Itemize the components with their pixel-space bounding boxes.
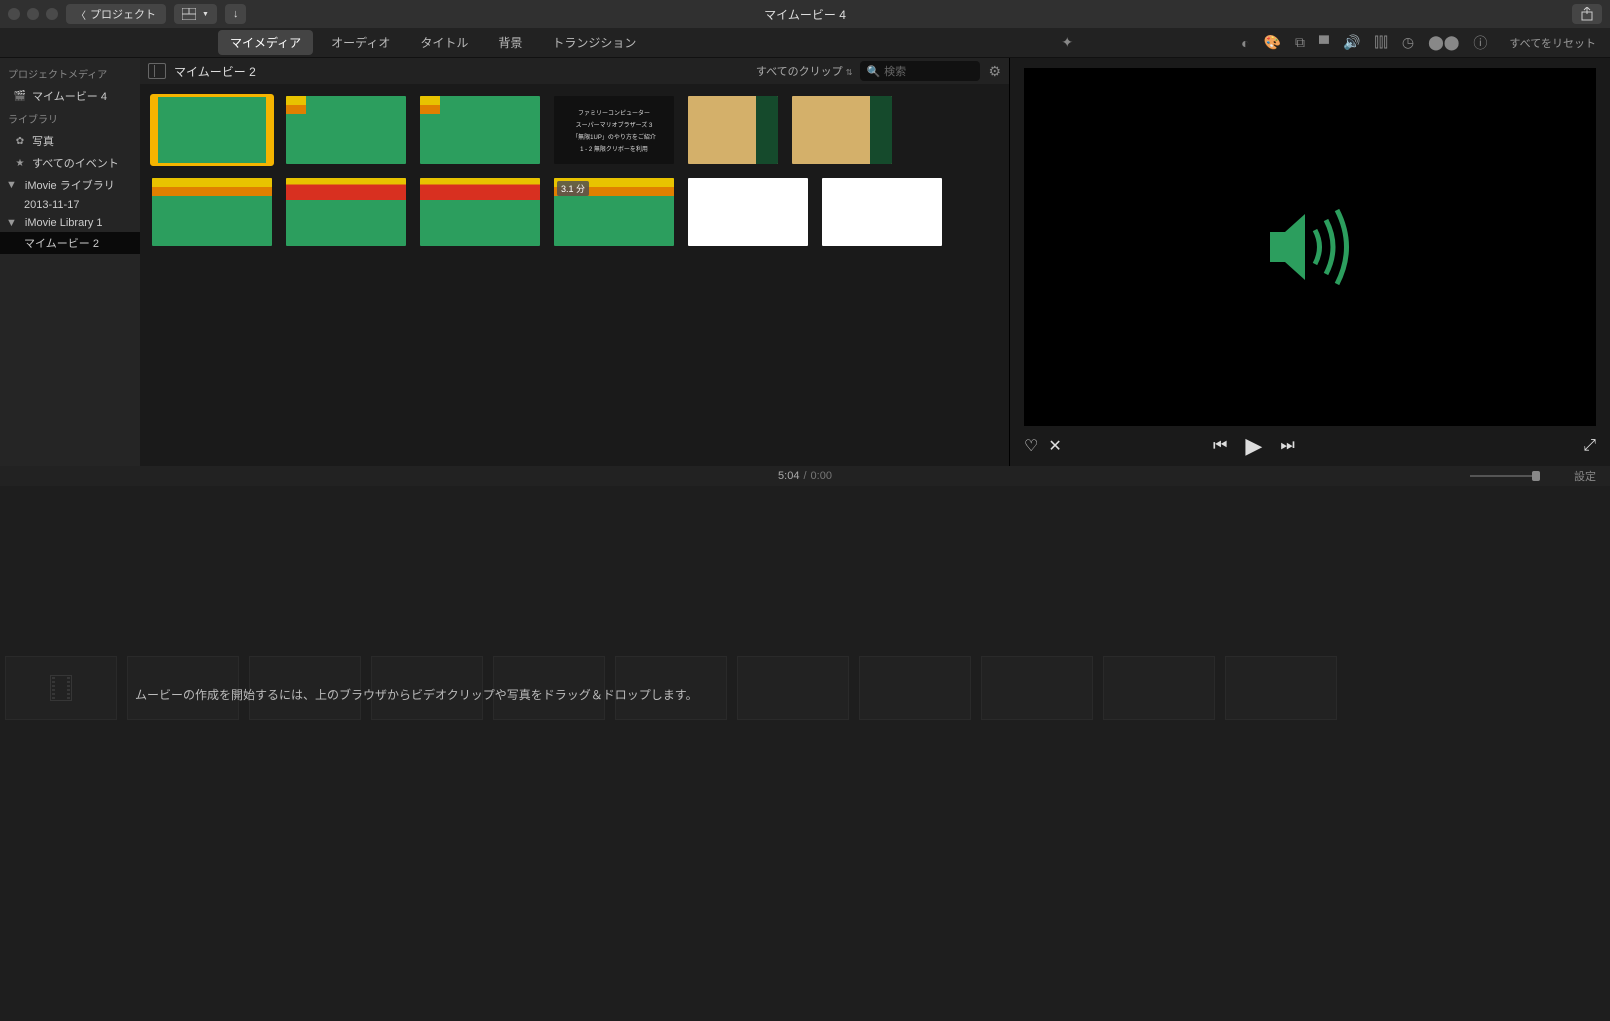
clip-thumbnail[interactable] <box>688 178 808 246</box>
tab-transitions[interactable]: トランジション <box>540 30 648 55</box>
reset-all-button[interactable]: すべてをリセット <box>1509 35 1596 51</box>
clip-thumbnail[interactable]: 3.1 分 <box>554 178 674 246</box>
disclosure-triangle-icon[interactable]: ▼ <box>6 179 17 191</box>
timeline-settings-button[interactable]: 設定 <box>1574 468 1596 484</box>
search-icon: 🔍 <box>866 65 880 78</box>
fullscreen-icon[interactable]: ⤢ <box>1583 437 1596 455</box>
clip-thumbnail[interactable] <box>152 178 272 246</box>
clip-thumbnail[interactable] <box>420 96 540 164</box>
star-icon: ★ <box>14 157 26 169</box>
reject-icon[interactable]: ✕ <box>1048 436 1061 456</box>
clip-thumbnail[interactable] <box>286 178 406 246</box>
clip-thumbnail[interactable]: ファミリーコンピューター スーパーマリオブラザーズ 3 「無限1UP」のやり方を… <box>554 96 674 164</box>
next-button[interactable]: ⏭ <box>1280 437 1294 455</box>
favorite-icon[interactable]: ♡ <box>1024 436 1038 456</box>
window-title: マイムービー 4 <box>764 6 846 23</box>
clip-grid: ファミリーコンピューター スーパーマリオブラザーズ 3 「無限1UP」のやり方を… <box>140 84 1009 258</box>
volume-icon[interactable]: 🔊 <box>1343 34 1360 51</box>
browser-bar: マイムービー 2 すべてのクリップ ⇅ 🔍検索 ⚙ <box>140 58 1009 84</box>
sidebar: プロジェクトメディア 🎬マイムービー 4 ライブラリ ✿写真 ★すべてのイベント… <box>0 58 140 466</box>
titlebar: 〈プロジェクト ▼ ↓ マイムービー 4 <box>0 0 1610 28</box>
sidebar-section-project: プロジェクトメディア <box>0 62 140 85</box>
clip-thumbnail[interactable] <box>152 96 272 164</box>
playback-controls: ♡ ✕ ⏮ ▶ ⏭ ⤢ <box>1010 426 1610 466</box>
film-icon <box>50 675 72 701</box>
equalizer-icon[interactable]: ⫿⫿⫿ <box>1374 34 1387 51</box>
tab-row: マイメディア オーディオ タイトル 背景 トランジション ✦ ◐ 🎨 ⧉ ▀ 🔊… <box>0 28 1610 58</box>
timeline-slot[interactable] <box>5 656 117 720</box>
flower-icon: ✿ <box>14 135 26 147</box>
timeline[interactable]: ムービーの作成を開始するには、上のブラウザからビデオクリップや写真をドラッグ＆ド… <box>0 486 1610 1021</box>
speaker-icon <box>1260 202 1360 292</box>
timeline-slot[interactable] <box>1103 656 1215 720</box>
clapper-icon: 🎬 <box>14 90 26 102</box>
color-balance-icon[interactable]: ◐ <box>1241 35 1249 51</box>
tab-titles[interactable]: タイトル <box>408 30 480 55</box>
timeline-slot[interactable] <box>737 656 849 720</box>
layout-button[interactable]: ▼ <box>174 4 217 24</box>
search-input[interactable]: 🔍検索 <box>860 61 980 81</box>
sidebar-item-date[interactable]: 2013-11-17 <box>0 196 140 214</box>
sidebar-item-all-events[interactable]: ★すべてのイベント <box>0 152 140 174</box>
clip-thumbnail[interactable] <box>688 96 778 164</box>
clip-thumbnail[interactable] <box>792 96 892 164</box>
speed-icon[interactable]: ◷ <box>1402 34 1414 51</box>
crop-icon[interactable]: ⧉ <box>1295 34 1305 51</box>
sidebar-toggle-button[interactable] <box>148 63 166 79</box>
color-correction-icon[interactable]: 🎨 <box>1264 34 1281 51</box>
zoom-slider[interactable] <box>1470 475 1540 477</box>
preview-canvas[interactable] <box>1024 68 1596 426</box>
clip-thumbnail[interactable] <box>822 178 942 246</box>
duration: 0:00 <box>811 470 832 482</box>
import-button[interactable]: ↓ <box>225 4 247 24</box>
sidebar-item-imovie-library[interactable]: ▼iMovie ライブラリ <box>0 174 140 196</box>
timeline-slot[interactable] <box>981 656 1093 720</box>
prev-button[interactable]: ⏮ <box>1213 437 1227 455</box>
tab-my-media[interactable]: マイメディア <box>218 30 313 55</box>
sidebar-item-movie4[interactable]: 🎬マイムービー 4 <box>0 85 140 107</box>
filter-icon[interactable]: ⬤⬤ <box>1428 34 1459 51</box>
timeline-slot[interactable] <box>1225 656 1337 720</box>
window-controls[interactable] <box>8 8 58 20</box>
sidebar-item-imovie-library1[interactable]: ▼iMovie Library 1 <box>0 214 140 232</box>
sidebar-item-photos[interactable]: ✿写真 <box>0 130 140 152</box>
enhance-icon[interactable]: ✦ <box>1061 34 1073 51</box>
preview-viewer: ♡ ✕ ⏮ ▶ ⏭ ⤢ <box>1010 58 1610 466</box>
sidebar-item-movie2[interactable]: マイムービー 2 <box>0 232 140 254</box>
browser-settings-icon[interactable]: ⚙ <box>988 63 1001 80</box>
timeline-bar: 5:04 / 0:00 設定 <box>0 466 1610 486</box>
tab-audio[interactable]: オーディオ <box>319 30 402 55</box>
share-button[interactable] <box>1572 4 1602 24</box>
clip-filter-dropdown[interactable]: すべてのクリップ ⇅ <box>756 63 853 79</box>
tab-backgrounds[interactable]: 背景 <box>486 30 534 55</box>
clip-duration-badge: 3.1 分 <box>557 181 589 196</box>
clip-thumbnail[interactable] <box>286 96 406 164</box>
stabilize-icon[interactable]: ▀ <box>1319 35 1329 51</box>
media-browser: マイムービー 2 すべてのクリップ ⇅ 🔍検索 ⚙ ファミリーコンピューター ス… <box>140 58 1010 466</box>
info-icon[interactable]: ⓘ <box>1473 33 1487 53</box>
timeline-slot[interactable] <box>859 656 971 720</box>
timeline-hint: ムービーの作成を開始するには、上のブラウザからビデオクリップや写真をドラッグ＆ド… <box>135 686 698 703</box>
back-to-projects-button[interactable]: 〈プロジェクト <box>66 4 166 24</box>
disclosure-triangle-icon[interactable]: ▼ <box>6 217 17 229</box>
browser-title: マイムービー 2 <box>174 63 256 80</box>
sidebar-section-library: ライブラリ <box>0 107 140 130</box>
clip-thumbnail[interactable] <box>420 178 540 246</box>
play-button[interactable]: ▶ <box>1245 433 1262 459</box>
current-time: 5:04 <box>778 470 799 482</box>
